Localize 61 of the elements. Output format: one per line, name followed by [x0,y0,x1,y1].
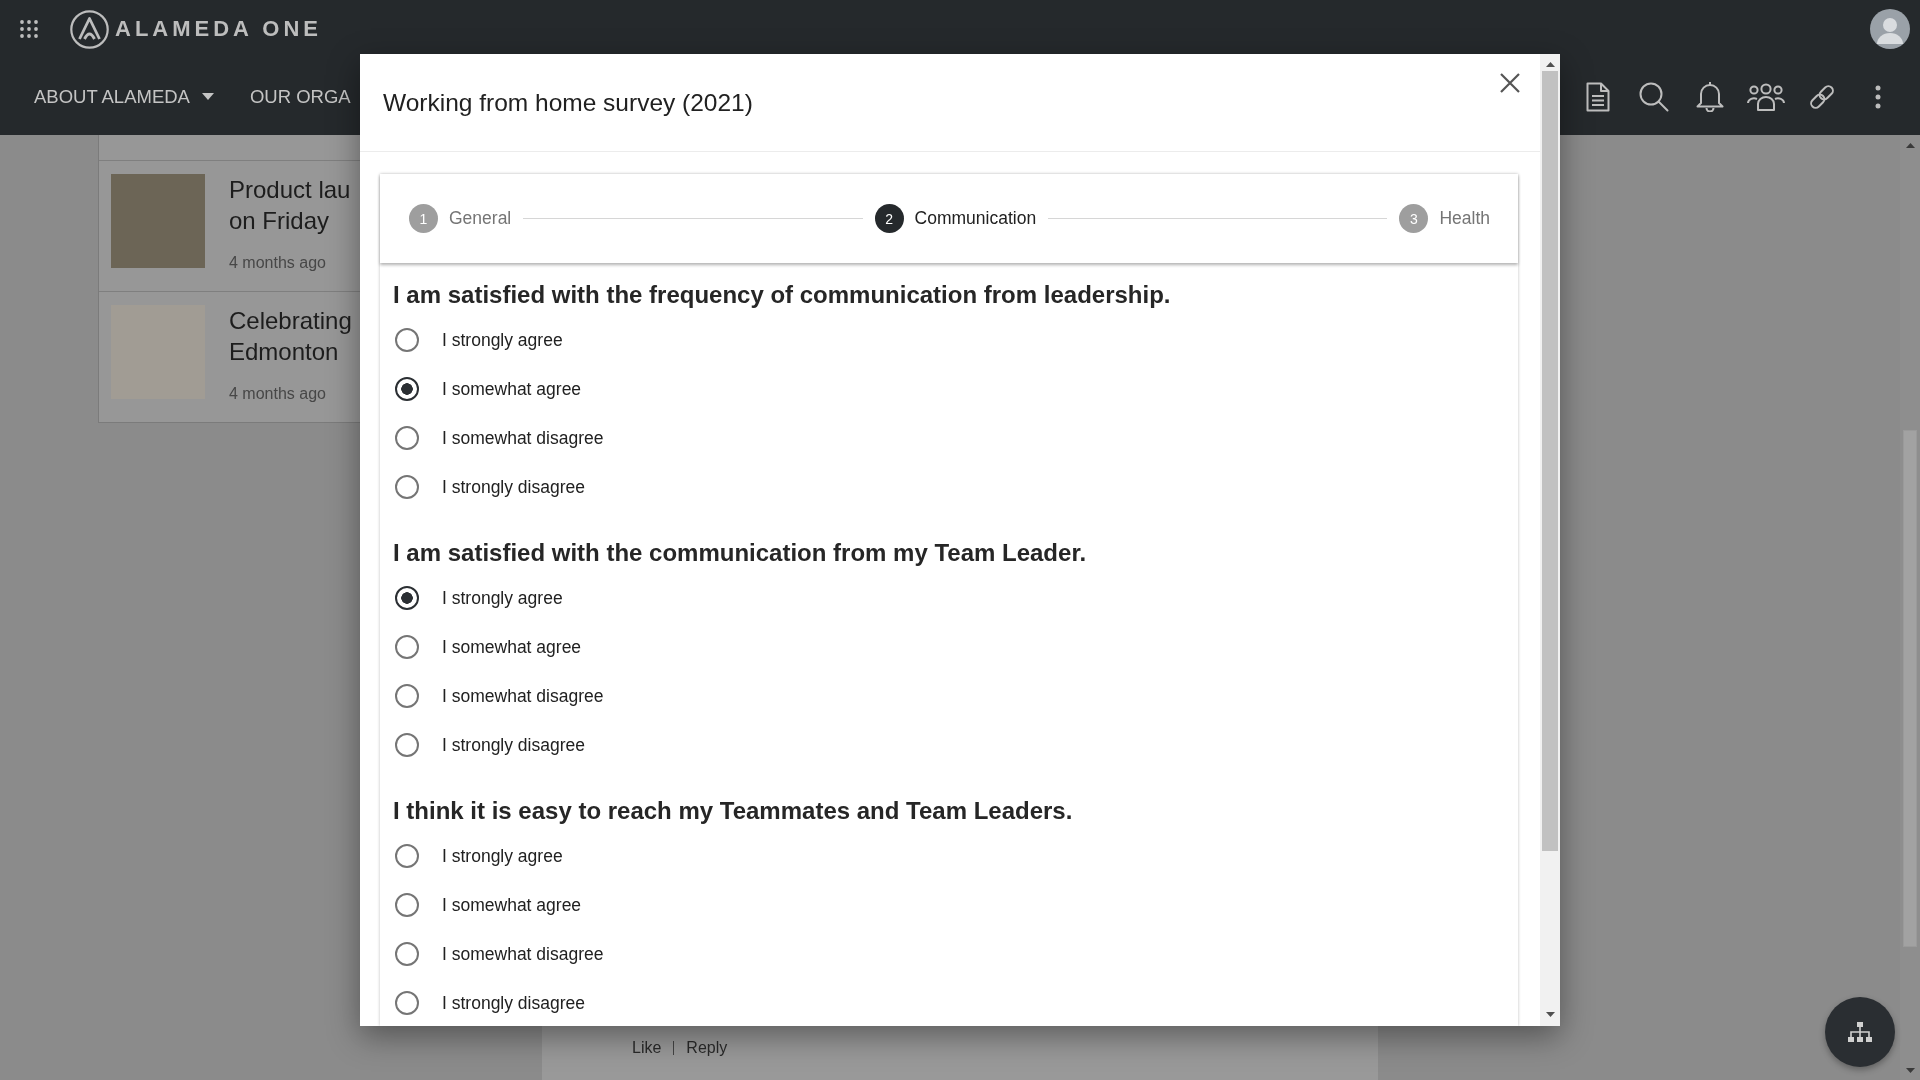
search-icon[interactable] [1639,81,1669,112]
question-text: I am satisfied with the communication from my Team Leader. [393,539,1088,567]
option-label[interactable]: I somewhat disagree [442,426,604,449]
radio-button[interactable] [395,941,419,966]
option-label[interactable]: I somewhat agree [442,635,582,658]
down-triangle-icon[interactable] [1545,1012,1555,1017]
option-label[interactable]: I somewhat agree [442,377,582,400]
hierarchy-icon [1848,1022,1872,1042]
document-icon[interactable] [1586,81,1610,112]
step-number: 3 [1399,204,1429,233]
stepper-step[interactable]: 1 General [409,204,512,233]
radio-button[interactable] [395,843,419,868]
logo-text: ALAMEDA ONE [115,16,322,42]
radio-button[interactable] [395,376,419,401]
option-label[interactable]: I strongly agree [442,586,563,609]
nav-link[interactable]: ABOUT ALAMEDA [34,85,214,108]
up-triangle-icon[interactable] [1545,62,1555,67]
radio-button[interactable] [395,585,419,610]
radio-button[interactable] [395,990,419,1015]
dialog-title: Working from home survey (2021) [383,88,753,117]
user-avatar[interactable] [1870,9,1910,49]
down-triangle-icon[interactable] [1905,1068,1915,1073]
radio-button[interactable] [395,683,419,708]
nav-link[interactable]: OUR ORGA [249,85,351,108]
news-time: 4 months ago [229,253,326,273]
radio-button[interactable] [395,425,419,450]
comment-action-link[interactable]: Like [632,1038,662,1058]
news-title[interactable]: Product lau on Friday [229,174,351,236]
dialog-scrollbar[interactable] [1540,54,1560,1026]
radio-button[interactable] [395,634,419,659]
option-label[interactable]: I strongly agree [442,328,563,351]
radio-button[interactable] [395,892,419,917]
comment-action-link[interactable]: Reply [686,1038,728,1058]
option-label[interactable]: I strongly disagree [442,475,585,498]
radio-button[interactable] [395,732,419,757]
scrollbar-thumb[interactable] [1542,71,1558,851]
stepper-step[interactable]: 3 Health [1399,204,1490,233]
news-title[interactable]: Celebrating Edmonton [229,305,352,367]
dot-grid-icon[interactable] [20,20,38,38]
bell-icon[interactable] [1696,81,1724,112]
option-label[interactable]: I somewhat disagree [442,684,604,707]
floating-action-button[interactable] [1825,997,1895,1067]
close-icon [1499,72,1521,94]
option-label[interactable]: I somewhat agree [442,893,582,916]
more-icon[interactable] [1875,84,1881,109]
option-label[interactable]: I strongly disagree [442,991,585,1014]
step-number: 1 [409,204,438,233]
news-time: 4 months ago [229,384,326,404]
radio-button[interactable] [395,474,419,499]
up-triangle-icon[interactable] [1905,143,1915,148]
option-label[interactable]: I strongly agree [442,844,563,867]
close-button[interactable] [1499,72,1521,94]
question-text: I think it is easy to reach my Teammates and Team Leaders. [393,797,1074,825]
option-label[interactable]: I somewhat disagree [442,942,604,965]
logo-icon[interactable] [70,9,109,49]
stepper-step[interactable]: 2 Communication [874,204,1037,233]
radio-button[interactable] [395,327,419,352]
option-label[interactable]: I strongly disagree [442,733,585,756]
people-icon[interactable] [1747,82,1785,111]
step-number: 2 [874,204,904,233]
question-text: I am satisfied with the frequency of communication from leadership. [393,281,1172,309]
